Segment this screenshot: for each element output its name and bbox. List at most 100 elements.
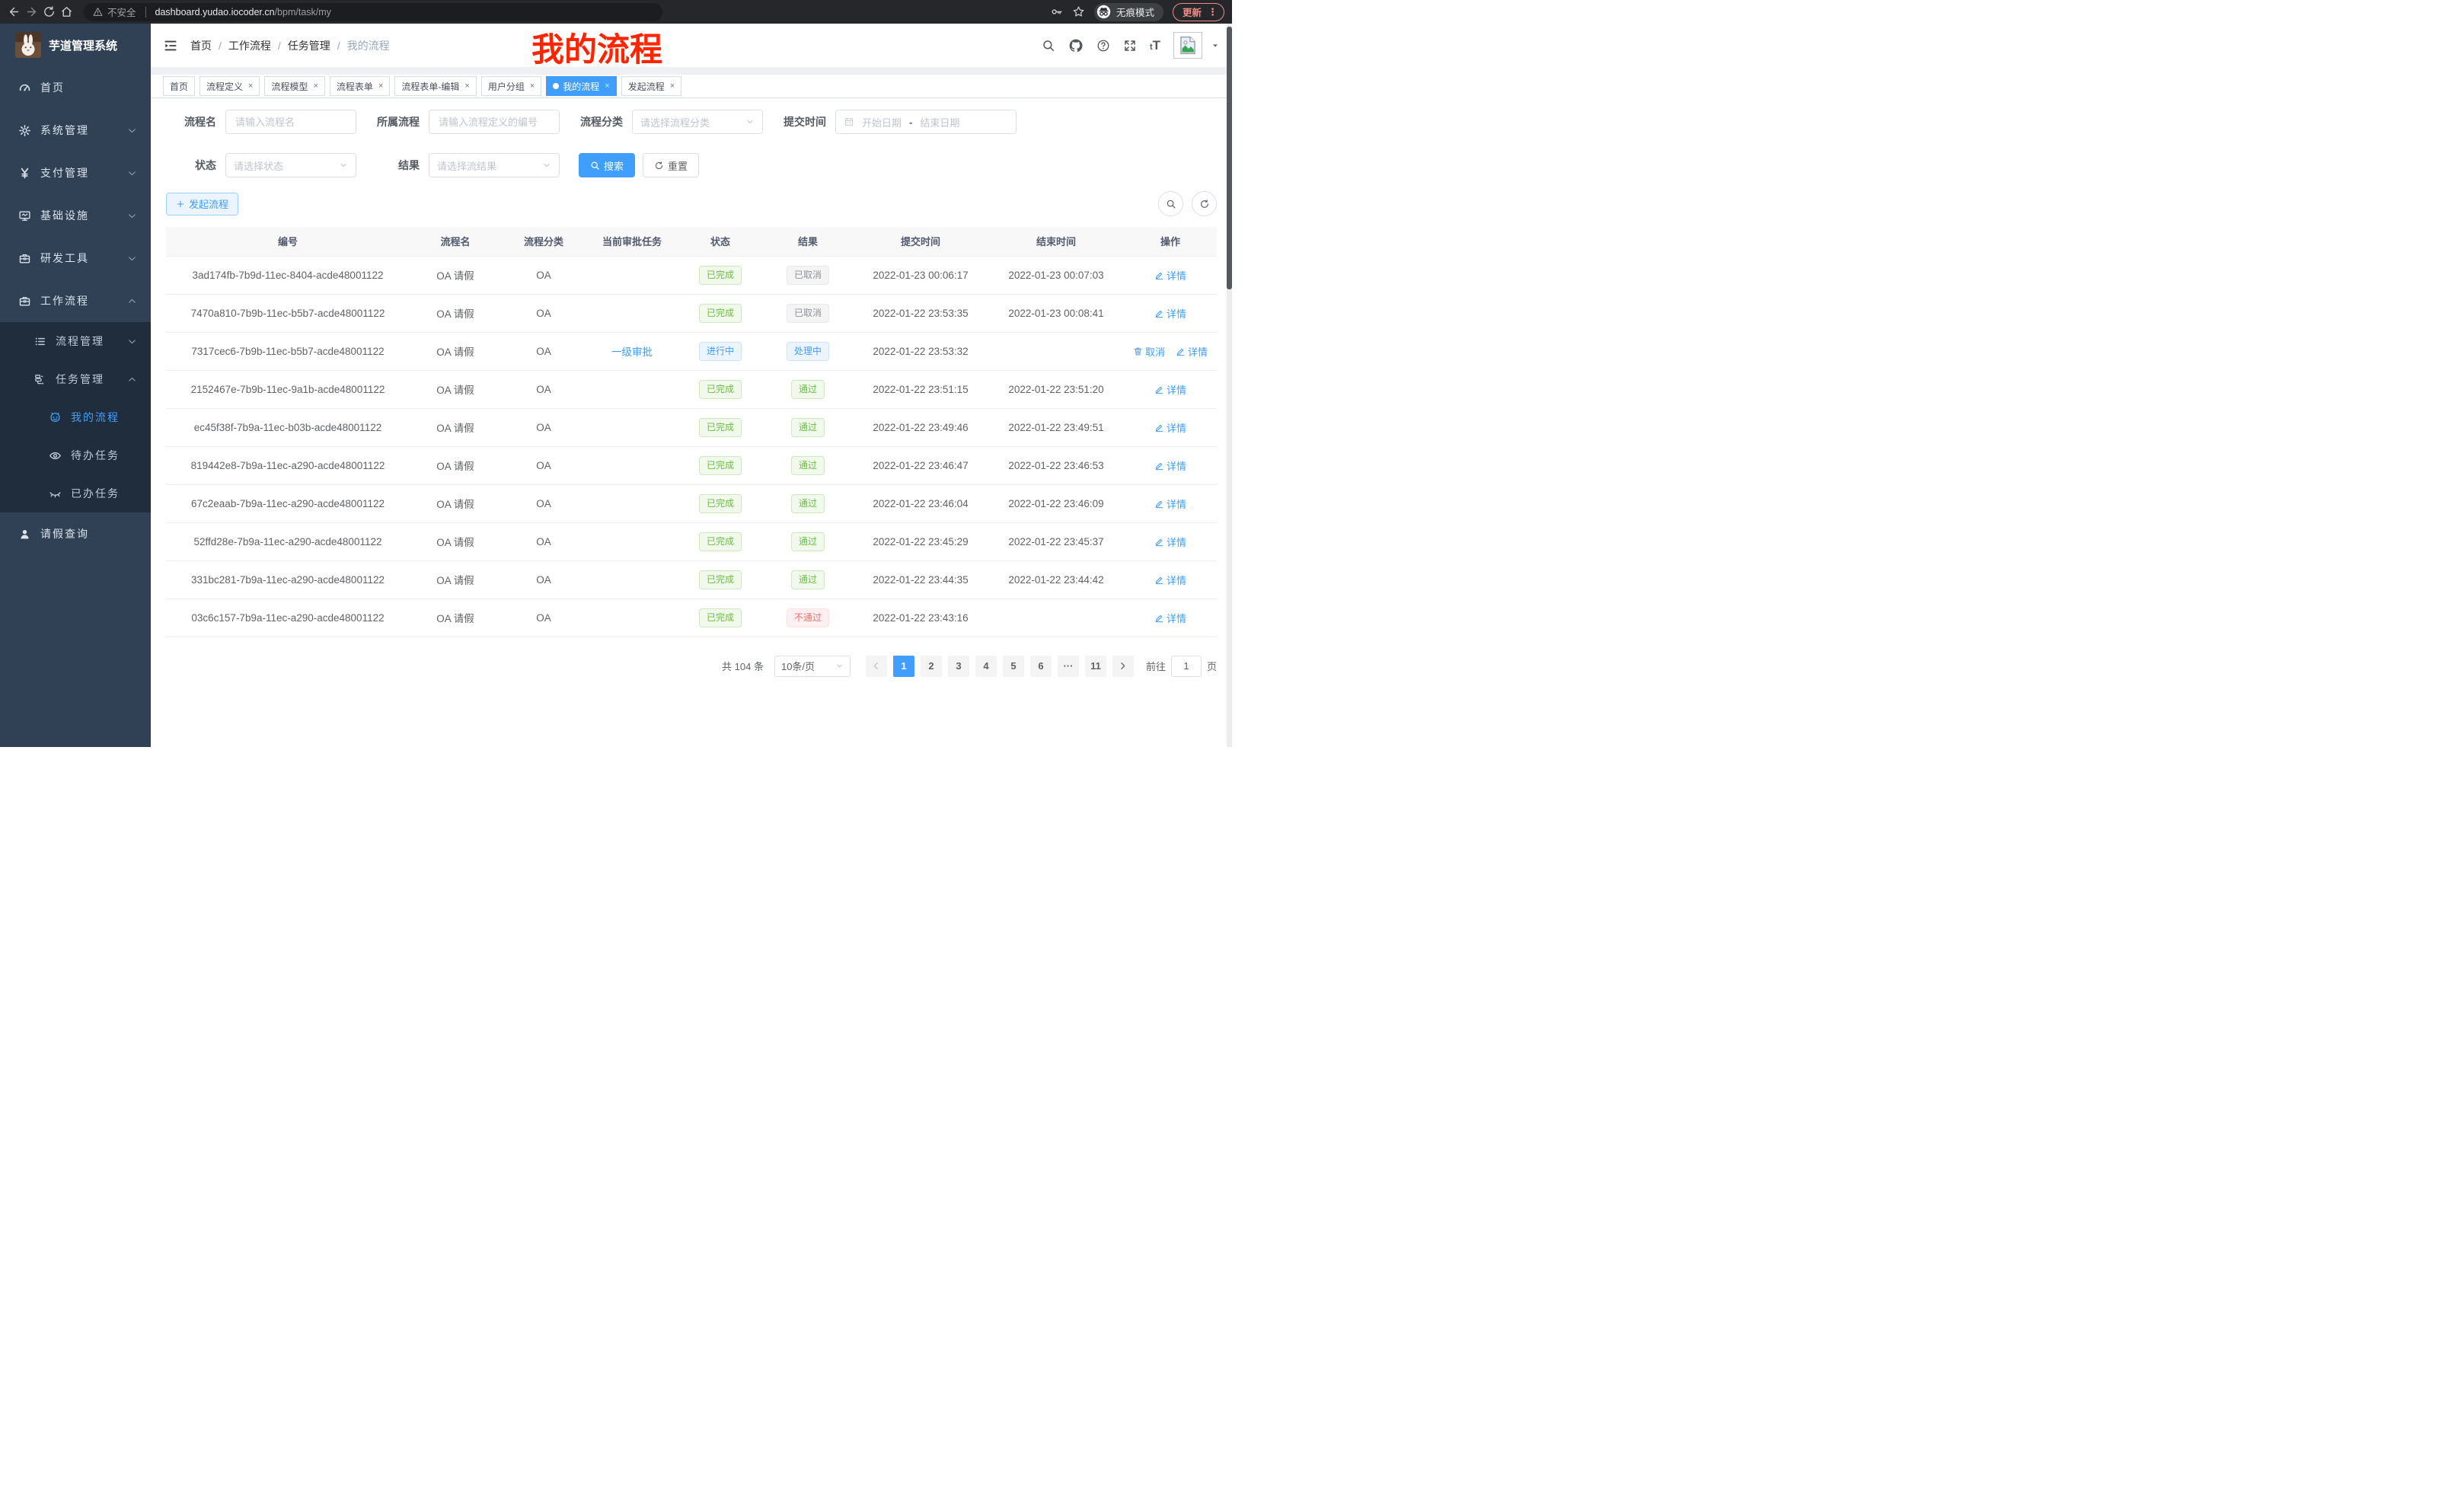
sidebar-item-system-management[interactable]: 系统管理: [0, 109, 151, 152]
tab-我的流程[interactable]: 我的流程×: [546, 76, 616, 96]
detail-link[interactable]: 详情: [1154, 306, 1186, 321]
create-process-button[interactable]: 发起流程: [166, 193, 238, 215]
fullscreen-icon[interactable]: [1123, 39, 1137, 53]
toolbox-icon: [18, 295, 31, 308]
task-link[interactable]: 一级审批: [611, 346, 653, 358]
bookmark-star-icon[interactable]: [1072, 5, 1085, 18]
close-icon[interactable]: ×: [248, 81, 253, 91]
row-actions: 详情: [1124, 446, 1217, 484]
detail-link[interactable]: 详情: [1154, 382, 1186, 397]
github-icon[interactable]: [1068, 38, 1084, 53]
detail-link[interactable]: 详情: [1154, 420, 1186, 435]
detail-link[interactable]: 详情: [1154, 535, 1186, 549]
process-id: 2152467e-7b9b-11ec-9a1b-acde48001122: [166, 370, 410, 408]
date-range-picker[interactable]: 开始日期 - 结束日期: [835, 110, 1017, 134]
tab-用户分组[interactable]: 用户分组×: [481, 76, 541, 96]
result-select[interactable]: 请选择流结果: [429, 153, 560, 177]
forward-icon[interactable]: [25, 5, 38, 18]
url-bar[interactable]: 不安全 dashboard.yudao.iocoder.cn/bpm/task/…: [84, 3, 662, 21]
sidebar-item-leave-query[interactable]: 请假查询: [0, 512, 151, 555]
result-badge: 通过: [791, 494, 825, 513]
font-size-icon[interactable]: tT: [1150, 39, 1160, 52]
help-icon[interactable]: [1096, 39, 1110, 53]
avatar-caret-icon[interactable]: [1211, 41, 1220, 50]
close-icon[interactable]: ×: [378, 81, 383, 91]
sidebar-item-workflow[interactable]: 工作流程: [0, 279, 151, 322]
page-button-4[interactable]: 4: [975, 656, 997, 677]
search-button[interactable]: 搜索: [579, 153, 635, 177]
close-icon[interactable]: ×: [464, 81, 469, 91]
tab-流程表单-编辑[interactable]: 流程表单-编辑×: [394, 76, 476, 96]
page-button-2[interactable]: 2: [921, 656, 942, 677]
header-actions: tT: [1042, 32, 1220, 59]
avatar[interactable]: [1173, 32, 1202, 59]
status-select[interactable]: 请选择状态: [225, 153, 356, 177]
process-name-input[interactable]: [225, 110, 356, 134]
search-icon[interactable]: [1042, 39, 1055, 53]
tab-label: 首页: [170, 80, 188, 93]
more-pages-button[interactable]: ···: [1058, 656, 1079, 677]
prev-page-button[interactable]: [866, 656, 887, 677]
detail-link[interactable]: 详情: [1154, 458, 1186, 473]
reset-button[interactable]: 重置: [643, 153, 699, 177]
collapse-menu-icon[interactable]: [163, 38, 178, 53]
breadcrumb-item[interactable]: 任务管理: [288, 38, 330, 53]
breadcrumb-item[interactable]: 工作流程: [228, 38, 271, 53]
tab-首页[interactable]: 首页: [163, 76, 195, 96]
page-button-3[interactable]: 3: [948, 656, 969, 677]
chevron-down-icon: [745, 117, 755, 126]
sidebar-item-todo-tasks[interactable]: 待办任务: [0, 436, 151, 474]
page-button-5[interactable]: 5: [1003, 656, 1024, 677]
process-category: OA: [501, 599, 586, 637]
scrollbar[interactable]: [1227, 24, 1232, 747]
tab-流程定义[interactable]: 流程定义×: [199, 76, 260, 96]
page-button-6[interactable]: 6: [1030, 656, 1052, 677]
back-icon[interactable]: [8, 5, 21, 18]
update-label: 更新: [1183, 5, 1202, 19]
eye-closed-icon: [49, 487, 62, 500]
breadcrumb-item[interactable]: 首页: [190, 38, 212, 53]
next-page-button[interactable]: [1112, 656, 1134, 677]
sidebar-item-dev-tools[interactable]: 研发工具: [0, 237, 151, 279]
close-icon[interactable]: ×: [313, 81, 318, 91]
tab-发起流程[interactable]: 发起流程×: [621, 76, 681, 96]
sidebar-item-done-tasks[interactable]: 已办任务: [0, 474, 151, 512]
goto-page-input[interactable]: [1171, 656, 1202, 677]
app-logo[interactable]: 芋道管理系统: [0, 24, 151, 66]
home-icon[interactable]: [60, 5, 73, 18]
sidebar-item-my-process[interactable]: 我的流程: [0, 398, 151, 436]
owner-process-input[interactable]: [429, 110, 560, 134]
sidebar-item-payment-management[interactable]: 支付管理: [0, 152, 151, 194]
browser-update-button[interactable]: 更新 ⋮: [1173, 3, 1224, 21]
tab-流程表单[interactable]: 流程表单×: [330, 76, 390, 96]
close-icon[interactable]: ×: [670, 81, 675, 91]
detail-link[interactable]: 详情: [1154, 573, 1186, 587]
scrollbar-thumb[interactable]: [1227, 27, 1232, 289]
process-name: OA 请假: [410, 599, 501, 637]
sidebar-item-task-management[interactable]: 任务管理: [0, 360, 151, 398]
tab-流程模型[interactable]: 流程模型×: [264, 76, 324, 96]
status-cell: 进行中: [678, 332, 763, 370]
status-cell: 已完成: [678, 446, 763, 484]
reload-icon[interactable]: [43, 5, 56, 18]
detail-link[interactable]: 详情: [1154, 611, 1186, 625]
status-cell: 已完成: [678, 560, 763, 599]
close-icon[interactable]: ×: [605, 81, 609, 91]
sidebar-item-label: 首页: [40, 80, 137, 95]
browser-menu-icon[interactable]: ⋮: [1208, 7, 1218, 17]
key-icon[interactable]: [1050, 5, 1063, 18]
detail-link[interactable]: 详情: [1176, 344, 1208, 359]
sidebar-item-home[interactable]: 首页: [0, 66, 151, 109]
category-select[interactable]: 请选择流程分类: [632, 110, 763, 134]
toggle-search-button[interactable]: [1158, 191, 1183, 216]
cancel-link[interactable]: 取消: [1133, 344, 1165, 359]
refresh-table-button[interactable]: [1192, 191, 1217, 216]
close-icon[interactable]: ×: [530, 81, 535, 91]
page-size-select[interactable]: 10条/页: [774, 656, 851, 677]
page-button-11[interactable]: 11: [1085, 656, 1106, 677]
detail-link[interactable]: 详情: [1154, 268, 1186, 283]
detail-link[interactable]: 详情: [1154, 496, 1186, 511]
sidebar-item-infrastructure[interactable]: 基础设施: [0, 194, 151, 237]
page-button-1[interactable]: 1: [893, 656, 914, 677]
sidebar-item-process-management[interactable]: 流程管理: [0, 322, 151, 360]
